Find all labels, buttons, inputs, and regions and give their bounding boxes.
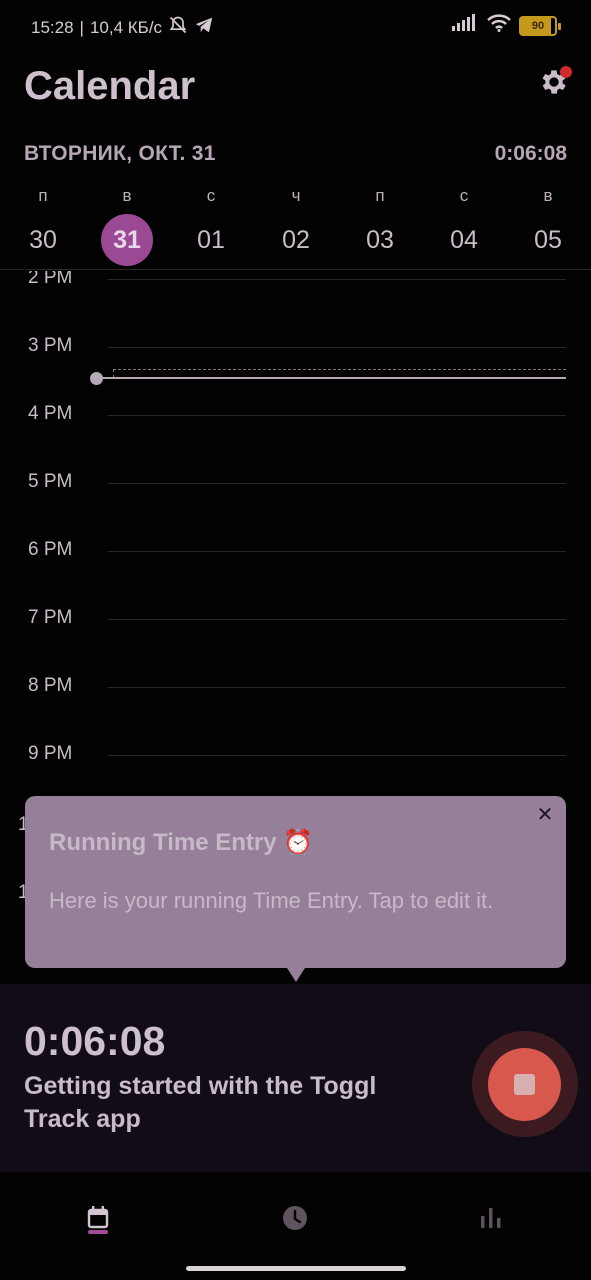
running-entry-panel[interactable]: 0:06:08 Getting started with the Toggl T… — [0, 984, 591, 1172]
gear-icon — [538, 70, 570, 102]
day-of-week: ч — [291, 186, 301, 205]
hour-row: 6 PM — [0, 539, 591, 619]
hour-gridline — [108, 687, 566, 688]
hour-row: 7 PM — [0, 607, 591, 687]
hour-label: 9 PM — [28, 743, 73, 764]
day-of-week: с — [206, 186, 216, 205]
hour-row: 8 PM — [0, 675, 591, 755]
battery-level: 90 — [531, 19, 545, 32]
selected-date-label: ВТОРНИК, ОКТ. 31 — [24, 142, 216, 165]
hour-row: 5 PM — [0, 471, 591, 551]
status-bar: 15:28 | 10,4 КБ/с 90 — [0, 0, 591, 52]
day-0[interactable]: п 30 — [13, 186, 73, 266]
hour-row: 4 PM — [0, 403, 591, 483]
day-of-week: п — [38, 186, 48, 205]
active-nav-indicator — [88, 1230, 108, 1234]
day-of-week: в — [543, 186, 553, 205]
hour-label: 7 PM — [28, 607, 73, 628]
day-of-week: в — [122, 186, 132, 205]
hour-row: 2 PM — [0, 271, 591, 347]
battery-icon: 90 — [519, 15, 561, 36]
notification-badge — [560, 66, 572, 78]
running-duration: 0:06:08 — [24, 1018, 166, 1064]
day-of-week: с — [459, 186, 469, 205]
status-time: 15:28 — [31, 17, 74, 37]
hour-gridline — [108, 415, 566, 416]
status-right: 90 — [451, 14, 561, 37]
day-5[interactable]: с 04 — [434, 186, 494, 266]
day-number: 05 — [534, 226, 562, 254]
running-description[interactable]: Getting started with the Toggl Track app — [24, 1070, 444, 1136]
day-number: 31 — [101, 214, 153, 266]
day-number: 30 — [29, 226, 57, 254]
settings-button[interactable] — [538, 66, 572, 100]
bottom-nav — [0, 1172, 591, 1280]
day-3[interactable]: ч 02 — [266, 186, 326, 266]
network-speed: 10,4 КБ/с — [89, 17, 163, 37]
day-1[interactable]: в 31 — [97, 186, 157, 266]
hour-label: 3 PM — [28, 335, 73, 356]
status-left: 15:28 | 10,4 КБ/с — [31, 15, 214, 40]
hour-gridline — [108, 347, 566, 348]
tooltip-body: Here is your running Time Entry. Tap to … — [49, 888, 494, 913]
day-2[interactable]: с 01 — [181, 186, 241, 266]
stop-icon — [514, 1074, 535, 1095]
nav-timer[interactable] — [275, 1198, 315, 1238]
hour-label: 4 PM — [28, 403, 73, 424]
close-icon[interactable]: ✕ — [534, 804, 556, 826]
nav-reports[interactable] — [471, 1198, 511, 1238]
day-number: 04 — [450, 226, 478, 254]
hour-gridline — [108, 619, 566, 620]
hour-label: 8 PM — [28, 675, 73, 696]
day-of-week: п — [375, 186, 385, 205]
hour-gridline — [108, 279, 566, 280]
day-4[interactable]: п 03 — [350, 186, 410, 266]
hour-row: 3 PM — [0, 335, 591, 415]
bar-chart-icon — [471, 1208, 511, 1242]
day-number: 01 — [197, 226, 225, 254]
day-number: 02 — [282, 226, 310, 254]
wifi-icon — [487, 14, 511, 37]
week-strip: п 30 в 31 с 01 ч 02 п 03 с 04 в 05 — [0, 186, 591, 270]
status-separator: | — [79, 17, 84, 37]
hour-label: 2 PM — [28, 271, 73, 288]
onboarding-tooltip[interactable]: Running Time Entry ⏰ Here is your runnin… — [25, 796, 566, 982]
tooltip-title: Running Time Entry ⏰ — [49, 829, 314, 856]
stop-button[interactable] — [488, 1048, 561, 1121]
hour-gridline — [108, 551, 566, 552]
hour-label: 6 PM — [28, 539, 73, 560]
elapsed-time: 0:06:08 — [494, 142, 567, 165]
hour-gridline — [108, 755, 566, 756]
current-time-line — [96, 377, 566, 379]
hour-label: 5 PM — [28, 471, 73, 492]
home-indicator[interactable] — [186, 1266, 406, 1271]
hour-gridline — [108, 483, 566, 484]
signal-icon — [451, 14, 479, 37]
telegram-icon — [194, 16, 214, 39]
muted-bell-icon — [168, 15, 188, 40]
day-number: 03 — [366, 226, 394, 254]
clock-icon — [275, 1206, 315, 1242]
page-title: Calendar — [24, 64, 196, 108]
current-time-dot — [90, 372, 103, 385]
day-6[interactable]: в 05 — [518, 186, 578, 266]
